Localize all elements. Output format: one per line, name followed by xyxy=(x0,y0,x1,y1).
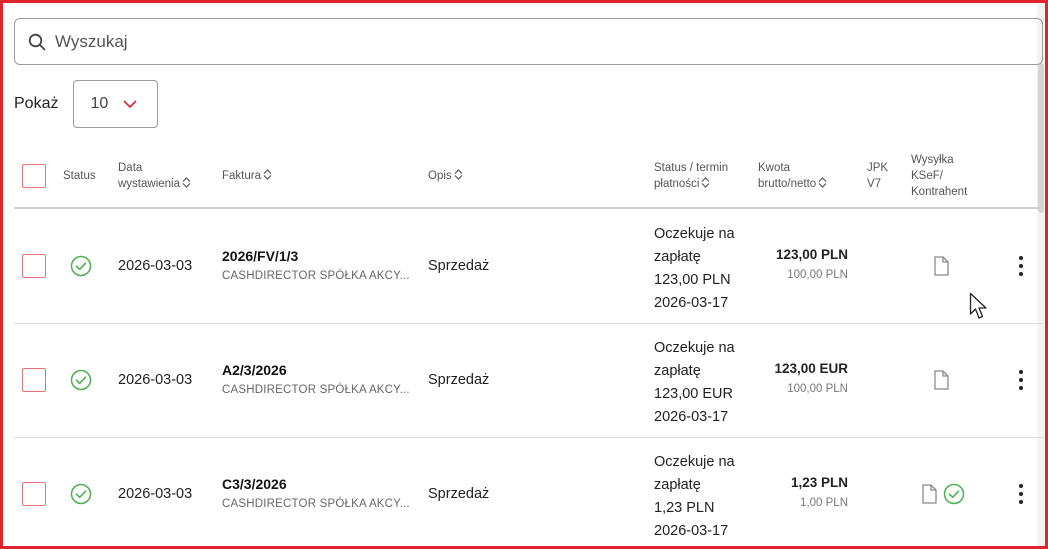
invoice-number[interactable]: C3/3/2026 xyxy=(222,476,410,492)
invoice-number[interactable]: 2026/FV/1/3 xyxy=(222,248,410,264)
payment-status-line1: Oczekuje na xyxy=(654,226,735,242)
row-checkbox[interactable] xyxy=(22,254,46,278)
description: Sprzedaż xyxy=(428,372,490,388)
document-icon[interactable] xyxy=(921,484,937,509)
gross-amount: 123,00 EUR xyxy=(774,361,848,376)
col-amount[interactable]: Kwota brutto/netto xyxy=(758,160,827,192)
table-row[interactable]: 2026-03-03 2026/FV/1/3 CASHDIRECTOR SPÓŁKA… xyxy=(0,209,1048,323)
row-checkbox[interactable] xyxy=(22,368,46,392)
payment-amount: 1,23 PLN xyxy=(654,500,715,516)
more-vert-icon[interactable] xyxy=(1018,256,1024,276)
more-vert-icon[interactable] xyxy=(1018,370,1024,390)
select-all-checkbox[interactable] xyxy=(22,164,46,188)
sort-icon[interactable] xyxy=(454,169,463,180)
search-input[interactable] xyxy=(55,31,955,52)
sort-icon[interactable] xyxy=(182,177,191,188)
issue-date: 2026-03-03 xyxy=(118,258,193,274)
search-icon xyxy=(28,33,46,50)
page-size-value: 10 xyxy=(90,95,109,112)
scrollbar-thumb[interactable] xyxy=(1038,63,1044,213)
col-description[interactable]: Opis xyxy=(428,168,463,184)
search-box[interactable] xyxy=(14,18,1043,65)
page-size-label: Pokaż xyxy=(14,95,59,112)
payment-status: Oczekuje na zapłatę 123,00 PLN 2026-03-17 xyxy=(654,223,735,315)
net-amount: 1,00 PLN xyxy=(800,497,848,509)
payment-status: Oczekuje na zapłatę 1,23 PLN 2026-03-17 xyxy=(654,451,735,543)
cursor-icon xyxy=(969,292,987,319)
amount-cell: 123,00 PLN 100,00 PLN xyxy=(738,247,848,281)
sort-icon[interactable] xyxy=(263,169,272,180)
sort-icon[interactable] xyxy=(701,177,710,188)
payment-status-line1: Oczekuje na xyxy=(654,340,735,356)
net-amount: 100,00 PLN xyxy=(787,383,848,395)
chevron-down-icon xyxy=(123,100,137,109)
issue-date: 2026-03-03 xyxy=(118,486,193,502)
col-invoice[interactable]: Faktura xyxy=(222,168,272,184)
description: Sprzedaż xyxy=(428,486,490,502)
due-date: 2026-03-17 xyxy=(654,523,729,539)
col-ksef: Wysyłka KSeF/ Kontrahent xyxy=(911,154,968,198)
status-ok-icon xyxy=(70,369,92,396)
ksef-ok-icon xyxy=(943,483,965,510)
invoice-number[interactable]: A2/3/2026 xyxy=(222,362,410,378)
client-name: CASHDIRECTOR SPÓŁKA AKCY... xyxy=(222,384,410,396)
payment-status-line2: zapłatę xyxy=(654,363,701,379)
client-name: CASHDIRECTOR SPÓŁKA AKCY... xyxy=(222,498,410,510)
more-vert-icon[interactable] xyxy=(1018,484,1024,504)
invoice-cell[interactable]: A2/3/2026 CASHDIRECTOR SPÓŁKA AKCY... xyxy=(222,362,410,396)
payment-status: Oczekuje na zapłatę 123,00 EUR 2026-03-17 xyxy=(654,337,735,429)
payment-status-line2: zapłatę xyxy=(654,477,701,493)
sort-icon[interactable] xyxy=(818,177,827,188)
col-date[interactable]: Data wystawienia xyxy=(118,160,191,192)
description: Sprzedaż xyxy=(428,258,490,274)
status-ok-icon xyxy=(70,483,92,510)
page-size-control: Pokaż 10 xyxy=(14,80,159,128)
invoice-cell[interactable]: 2026/FV/1/3 CASHDIRECTOR SPÓŁKA AKCY... xyxy=(222,248,410,282)
document-icon[interactable] xyxy=(933,256,949,281)
col-payment-status[interactable]: Status / termin płatności xyxy=(654,160,728,192)
gross-amount: 123,00 PLN xyxy=(775,247,848,262)
due-date: 2026-03-17 xyxy=(654,295,729,311)
row-checkbox[interactable] xyxy=(22,482,46,506)
status-ok-icon xyxy=(70,255,92,282)
amount-cell: 1,23 PLN 1,00 PLN xyxy=(738,475,848,509)
document-icon[interactable] xyxy=(933,370,949,395)
invoice-cell[interactable]: C3/3/2026 CASHDIRECTOR SPÓŁKA AKCY... xyxy=(222,476,410,510)
client-name: CASHDIRECTOR SPÓŁKA AKCY... xyxy=(222,270,410,282)
table-row[interactable]: 2026-03-03 C3/3/2026 CASHDIRECTOR SPÓŁKA A… xyxy=(0,437,1048,549)
payment-status-line2: zapłatę xyxy=(654,249,701,265)
net-amount: 100,00 PLN xyxy=(787,269,848,281)
payment-status-line1: Oczekuje na xyxy=(654,454,735,470)
issue-date: 2026-03-03 xyxy=(118,372,193,388)
gross-amount: 1,23 PLN xyxy=(790,475,848,490)
col-jpk: JPK V7 xyxy=(867,162,889,190)
due-date: 2026-03-17 xyxy=(654,409,729,425)
payment-amount: 123,00 PLN xyxy=(654,272,731,288)
col-status: Status xyxy=(63,170,96,182)
page-size-select[interactable]: 10 xyxy=(73,80,159,128)
payment-amount: 123,00 EUR xyxy=(654,386,733,402)
table-row[interactable]: 2026-03-03 A2/3/2026 CASHDIRECTOR SPÓŁKA A… xyxy=(0,323,1048,437)
amount-cell: 123,00 EUR 100,00 PLN xyxy=(738,361,848,395)
